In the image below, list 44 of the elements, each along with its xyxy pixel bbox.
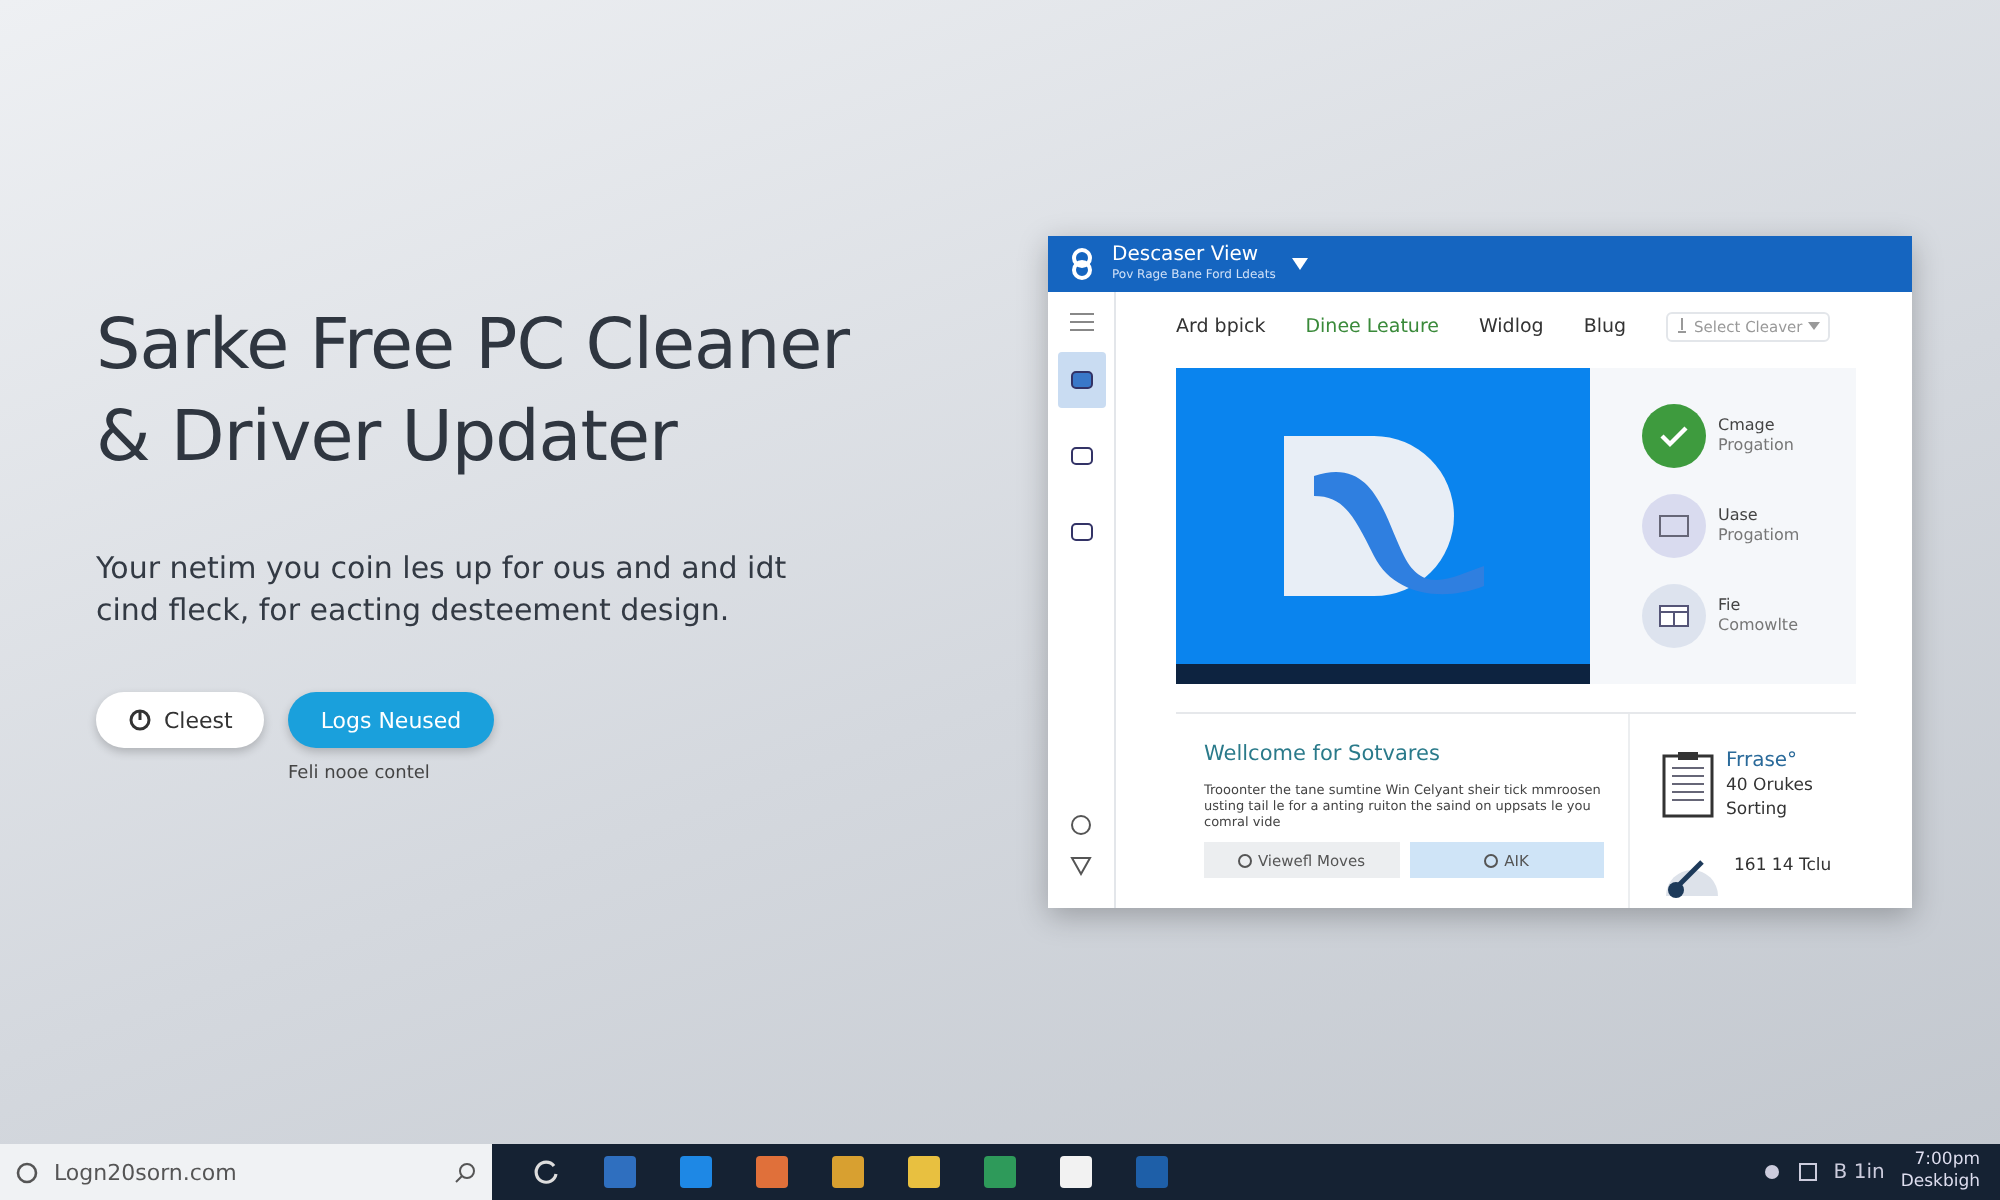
gauge-icon [1662,854,1722,898]
tray-text: B 1in [1833,1161,1885,1183]
caption: Feli nooe contel [288,764,432,784]
feature-subtitle: Comowlte [1718,616,1798,636]
hero-title: Sarke Free PC Cleaner [96,304,852,390]
card-text: 40 Orukes [1726,774,1813,798]
clock-time: 7:00pm [1914,1150,1980,1172]
card-text: Sorting [1726,798,1790,822]
feature-title: Fie [1718,596,1743,616]
triangle-icon[interactable] [1070,856,1092,876]
clock-date: Deskbigh [1900,1172,1980,1194]
info-icon [1237,853,1252,867]
circle-icon [16,1161,38,1183]
nav-tab[interactable]: Dinee Leature [1305,315,1439,337]
menu-icon[interactable] [1069,312,1093,332]
search-icon [454,1161,476,1183]
feature-title: Cmage [1718,416,1777,436]
monitor-icon [1658,514,1690,538]
document-icon [1662,750,1714,818]
nav-tab[interactable]: Widlog [1478,315,1544,337]
window-title: Descaser View [1112,244,1261,268]
window-panel-icon [1658,604,1690,628]
hero-description: Your netim you coin les up for ous and and idt cind fleck, for eacting desteement design. [96,548,789,632]
caret-icon [1808,322,1821,330]
dropdown-caret-icon[interactable] [1291,258,1308,270]
feature-title: Uase [1718,506,1760,526]
search-icon [1676,318,1689,334]
gear-icon[interactable] [1761,1162,1782,1182]
nav-tab[interactable]: Blug [1583,315,1627,337]
secondary-button[interactable]: Cleest [96,692,265,748]
card-title: Frrase° [1726,750,1800,774]
feature-subtitle: Progation [1718,436,1794,456]
feature-subtitle: Progatiom [1718,526,1800,546]
search-input[interactable]: Logn20sorn.com [50,1157,442,1187]
hero-title: & Driver Updater [96,396,680,482]
welcome-title: Wellcome for Sotvares [1204,742,1442,766]
clock-icon [1484,853,1499,867]
logo-icon [1068,248,1096,280]
search-field[interactable]: Logn20sorn.com [0,1144,492,1200]
sidebar-button[interactable] [1057,352,1105,408]
check-icon [1658,420,1690,452]
card-title: 161 14 Tclu [1734,854,1832,878]
nav-tab[interactable]: Ard bpick [1176,315,1266,337]
screen-icon[interactable] [1797,1162,1818,1182]
